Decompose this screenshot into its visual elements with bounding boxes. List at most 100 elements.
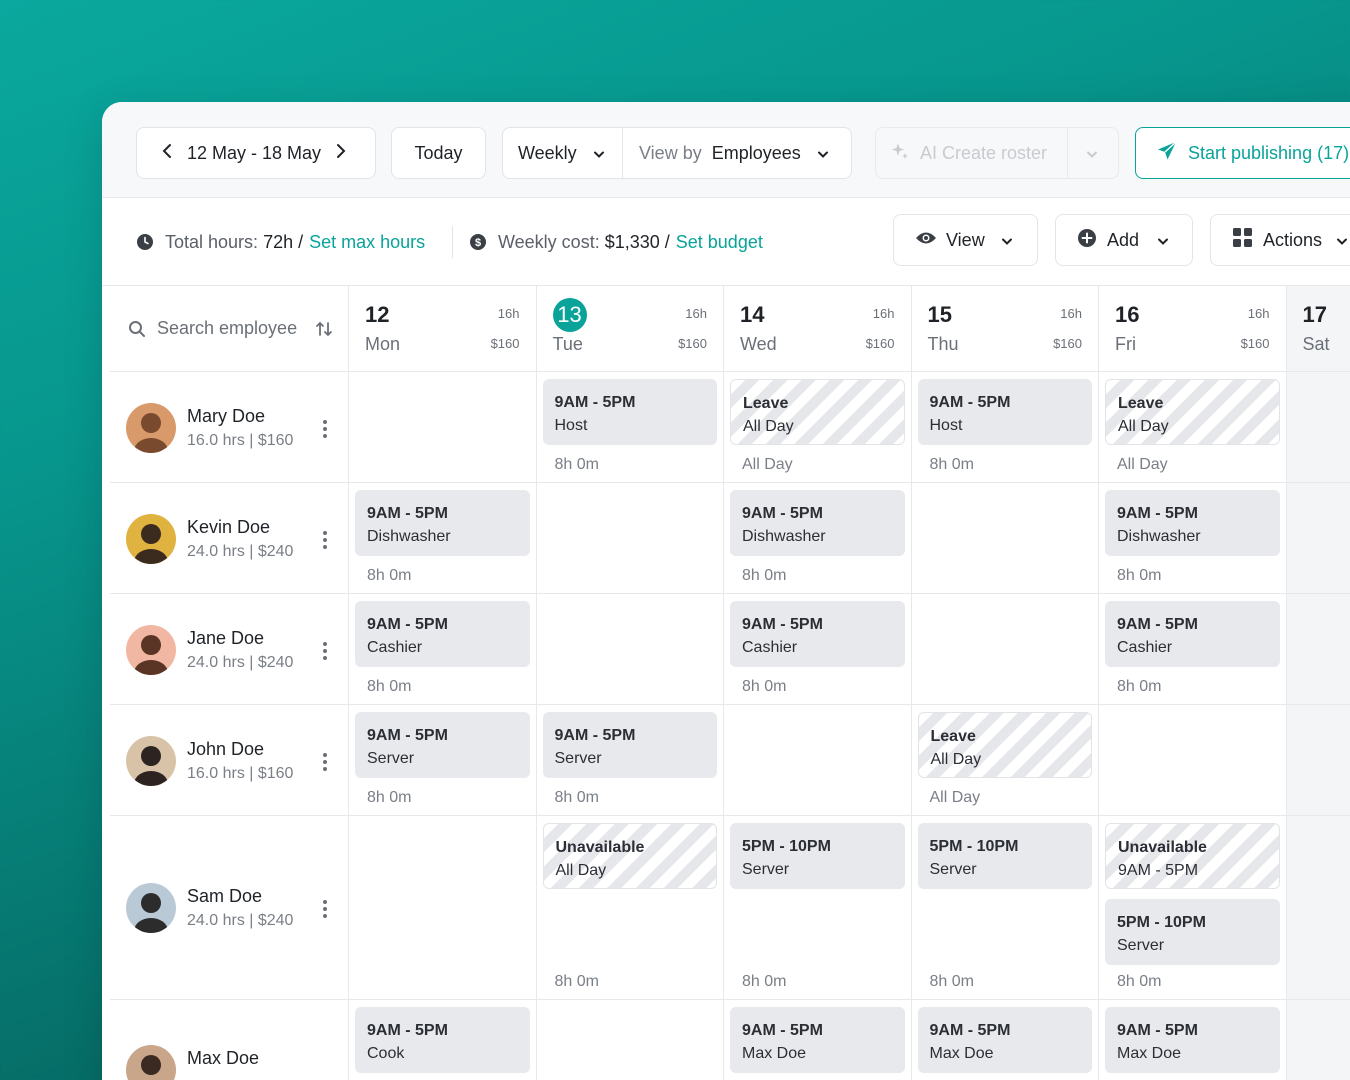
shift-cell[interactable]: Unavailable All Day 8h 0m bbox=[536, 816, 724, 1000]
chevron-left-icon[interactable] bbox=[161, 143, 177, 164]
shift-card[interactable]: 9AM - 5PM Dishwasher bbox=[1105, 490, 1280, 556]
shift-card[interactable]: 5PM - 10PM Server bbox=[1105, 899, 1280, 965]
day-hours: 16h bbox=[685, 306, 707, 321]
shift-card[interactable]: 9AM - 5PM Server bbox=[542, 712, 717, 778]
shift-card[interactable]: 9AM - 5PM Dishwasher bbox=[355, 490, 530, 556]
shift-role: Cook bbox=[367, 1045, 405, 1062]
view-by-dropdown[interactable]: View by Employees bbox=[623, 128, 829, 178]
period-dropdown[interactable]: Weekly bbox=[503, 128, 623, 178]
shift-card[interactable]: 9AM - 5PM Server bbox=[355, 712, 530, 778]
shift-cell[interactable] bbox=[1286, 816, 1350, 1000]
set-budget-link[interactable]: Set budget bbox=[676, 232, 763, 253]
shift-cell[interactable]: 9AM - 5PM Dishwasher 8h 0m bbox=[349, 483, 537, 594]
shift-cell[interactable] bbox=[1286, 705, 1350, 816]
sort-icon[interactable] bbox=[315, 320, 333, 343]
shift-cell[interactable]: Leave All Day All Day bbox=[911, 705, 1099, 816]
shift-cell[interactable]: Leave All Day All Day bbox=[1099, 372, 1287, 483]
day-cost: $160 bbox=[1053, 336, 1082, 351]
more-options-icon[interactable] bbox=[322, 530, 328, 549]
shift-card[interactable]: 9AM - 5PM Cook bbox=[355, 1007, 530, 1073]
shift-role: Cashier bbox=[367, 639, 423, 656]
shift-cell[interactable] bbox=[1286, 372, 1350, 483]
shift-cell[interactable] bbox=[1286, 1000, 1350, 1080]
shift-cell[interactable]: 9AM - 5PM Dishwasher 8h 0m bbox=[724, 483, 912, 594]
shift-cell[interactable] bbox=[349, 816, 537, 1000]
shift-cell[interactable] bbox=[1286, 594, 1350, 705]
unavailable-block[interactable]: Leave All Day bbox=[917, 712, 1092, 778]
set-max-hours-link[interactable]: Set max hours bbox=[309, 232, 425, 253]
shift-card[interactable]: 9AM - 5PM Max Doe bbox=[730, 1007, 905, 1073]
ai-create-roster-button[interactable]: AI Create roster bbox=[875, 127, 1119, 179]
actions-button[interactable]: Actions bbox=[1210, 214, 1350, 266]
shift-time: 9AM - 5PM bbox=[554, 727, 636, 744]
shift-card[interactable]: 9AM - 5PM Host bbox=[542, 379, 717, 445]
unavailable-block[interactable]: Leave All Day bbox=[730, 379, 905, 445]
start-publishing-button[interactable]: Start publishing (17) bbox=[1135, 127, 1350, 179]
more-options-icon[interactable] bbox=[322, 641, 328, 660]
shift-time: Unavailable bbox=[1118, 839, 1207, 856]
shift-cell[interactable]: 5PM - 10PM Server 8h 0m bbox=[724, 816, 912, 1000]
sparkle-icon bbox=[890, 141, 910, 166]
shift-cell[interactable]: 9AM - 5PM Dishwasher 8h 0m bbox=[1099, 483, 1287, 594]
roster-panel: 12 May - 18 May Today Weekly View by Emp… bbox=[102, 102, 1350, 1080]
shift-cell[interactable] bbox=[911, 594, 1099, 705]
shift-cell[interactable]: 9AM - 5PM Max Doe bbox=[1099, 1000, 1287, 1080]
shift-cell[interactable]: 9AM - 5PM Host 8h 0m bbox=[536, 372, 724, 483]
shift-cell[interactable] bbox=[1099, 705, 1287, 816]
shift-cell[interactable] bbox=[537, 1000, 724, 1080]
shift-cell[interactable] bbox=[1286, 483, 1350, 594]
grid-icon bbox=[1233, 228, 1253, 252]
search-input[interactable]: Search employee bbox=[157, 318, 297, 339]
shift-card[interactable]: 9AM - 5PM Cashier bbox=[1105, 601, 1280, 667]
shift-cell[interactable] bbox=[536, 594, 724, 705]
more-options-icon[interactable] bbox=[322, 752, 328, 771]
shift-card[interactable]: 9AM - 5PM Max Doe bbox=[917, 1007, 1092, 1073]
eye-icon bbox=[915, 230, 937, 251]
shift-role: Max Doe bbox=[742, 1045, 807, 1062]
shift-card[interactable]: 9AM - 5PM Max Doe bbox=[1105, 1007, 1280, 1073]
shift-card[interactable]: 9AM - 5PM Cashier bbox=[355, 601, 530, 667]
more-options-icon[interactable] bbox=[322, 900, 328, 918]
shift-cell[interactable]: 9AM - 5PM Max Doe bbox=[912, 1000, 1099, 1080]
search-icon bbox=[128, 320, 146, 343]
shift-cell[interactable]: 9AM - 5PM Cook bbox=[349, 1000, 537, 1080]
shift-role: Server bbox=[742, 861, 790, 878]
chevron-down-icon[interactable] bbox=[1086, 143, 1098, 164]
shift-card[interactable]: 5PM - 10PM Server bbox=[730, 823, 905, 889]
today-button[interactable]: Today bbox=[391, 127, 486, 179]
more-options-icon[interactable] bbox=[322, 419, 328, 438]
shift-cell[interactable]: 9AM - 5PM Server 8h 0m bbox=[536, 705, 724, 816]
shift-card[interactable]: 9AM - 5PM Host bbox=[917, 379, 1092, 445]
unavailable-block[interactable]: Unavailable All Day bbox=[542, 823, 717, 889]
shift-card[interactable]: 9AM - 5PM Cashier bbox=[730, 601, 905, 667]
add-button[interactable]: Add bbox=[1055, 214, 1193, 266]
shift-card[interactable]: 9AM - 5PM Dishwasher bbox=[730, 490, 905, 556]
shift-cell[interactable] bbox=[349, 372, 537, 483]
search-cell: Search employee bbox=[110, 286, 349, 372]
shift-cell[interactable]: 5PM - 10PM Server 8h 0m bbox=[911, 816, 1099, 1000]
shift-cell[interactable]: Leave All Day All Day bbox=[724, 372, 912, 483]
avatar bbox=[126, 402, 176, 453]
shift-cell[interactable]: 9AM - 5PM Cashier 8h 0m bbox=[724, 594, 912, 705]
shift-cell[interactable]: 9AM - 5PM Cashier 8h 0m bbox=[1099, 594, 1287, 705]
unavailable-block[interactable]: Leave All Day bbox=[1105, 379, 1280, 445]
shift-role: Host bbox=[929, 417, 963, 434]
shift-time: 5PM - 10PM bbox=[929, 838, 1019, 855]
publish-label: Start publishing (17) bbox=[1188, 142, 1350, 163]
view-button[interactable]: View bbox=[893, 214, 1038, 266]
shift-cell[interactable] bbox=[724, 705, 912, 816]
shift-card[interactable]: 5PM - 10PM Server bbox=[917, 823, 1092, 889]
shift-cell[interactable]: Unavailable 9AM - 5PM 5PM - 10PM Server 8h 0… bbox=[1099, 816, 1287, 1000]
chevron-right-icon[interactable] bbox=[335, 143, 351, 164]
shift-role: Server bbox=[367, 750, 415, 767]
shift-role: 9AM - 5PM bbox=[1118, 862, 1199, 879]
shift-cell[interactable]: 9AM - 5PM Server 8h 0m bbox=[349, 705, 537, 816]
date-range-picker[interactable]: 12 May - 18 May bbox=[136, 127, 376, 179]
shift-cell[interactable] bbox=[911, 483, 1099, 594]
unavailable-block[interactable]: Unavailable 9AM - 5PM bbox=[1105, 823, 1280, 889]
shift-cell[interactable]: 9AM - 5PM Host 8h 0m bbox=[911, 372, 1099, 483]
shift-cell[interactable]: 9AM - 5PM Cashier 8h 0m bbox=[349, 594, 537, 705]
shift-cell[interactable]: 9AM - 5PM Max Doe bbox=[724, 1000, 912, 1080]
shift-cell[interactable] bbox=[536, 483, 724, 594]
day-number: 12 bbox=[365, 302, 390, 327]
